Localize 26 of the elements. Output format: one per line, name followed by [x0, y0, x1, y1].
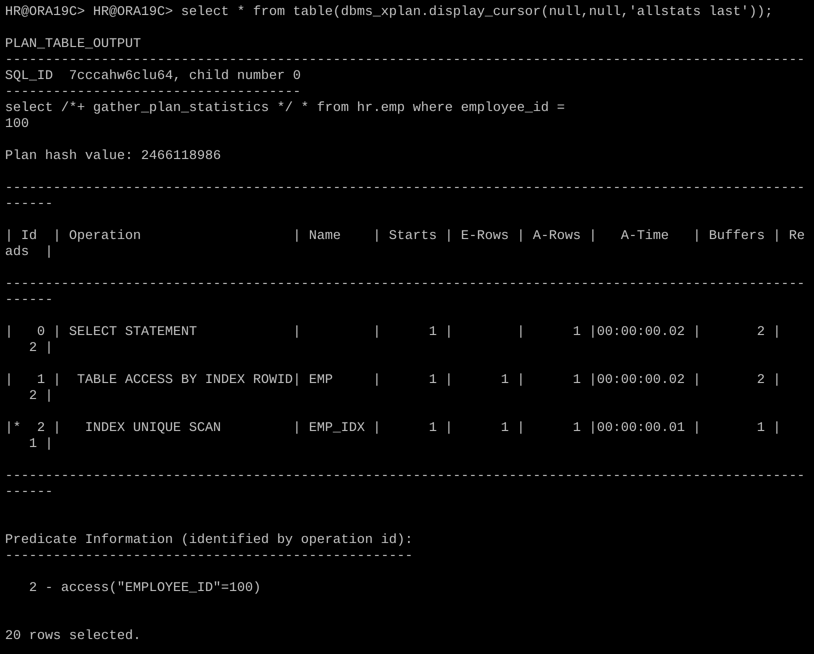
output-line: HR@ORA19C> HR@ORA19C> select * from table(dbms_xplan.display_cursor(null,null,'allstats last')); — [5, 5, 773, 21]
dashed-rule: ---------------------------------------------------------------------------------------------------- — [5, 53, 805, 69]
output-line: Plan hash value: 2466118986 — [5, 149, 221, 165]
output-line: | 0 | SELECT STATEMENT | | 1 | | 1 |00:00:00.02 | 2 | — [5, 325, 781, 341]
dashed-rule: ---------------------------------------------------------------------------------------------------- — [5, 181, 805, 197]
output-line: select /*+ gather_plan_statistics */ * from hr.emp where employee_id = — [5, 101, 565, 117]
dashed-rule: ------------------------------------- — [5, 85, 301, 101]
output-line: 2 - access("EMPLOYEE_ID"=100) — [28, 581, 261, 597]
output-line: ads | — [5, 245, 53, 261]
output-line: |* 2 | INDEX UNIQUE SCAN | EMP_IDX | 1 | 1 | 1 |00:00:00.01 | 1 | — [5, 421, 781, 437]
output-line: | 1 | TABLE ACCESS BY INDEX ROWID| EMP | 1 | 1 | 1 |00:00:00.02 | 2 | — [5, 373, 781, 389]
dashed-rule: --------------------------------------------------- — [5, 549, 413, 565]
dashed-rule: ------ — [5, 197, 53, 213]
dashed-rule: ------ — [5, 293, 53, 309]
dashed-rule: ---------------------------------------------------------------------------------------------------- — [5, 469, 805, 485]
dashed-rule: ------ — [5, 485, 53, 501]
output-line: SQL_ID 7cccahw6clu64, child number 0 — [5, 69, 301, 85]
output-line: 100 — [5, 117, 29, 133]
output-line: Predicate Information (identified by operation id): — [5, 533, 413, 549]
output-line: 2 | — [28, 389, 53, 405]
output-line: | Id | Operation | Name | Starts | E-Rows | A-Rows | A-Time | Buffers | Re — [5, 229, 805, 245]
output-line: 2 | — [28, 341, 53, 357]
output-line: 1 | — [28, 437, 53, 453]
dashed-rule: ---------------------------------------------------------------------------------------------------- — [5, 277, 805, 293]
output-line: 20 rows selected. — [5, 629, 141, 645]
output-line: PLAN_TABLE_OUTPUT — [5, 37, 141, 53]
